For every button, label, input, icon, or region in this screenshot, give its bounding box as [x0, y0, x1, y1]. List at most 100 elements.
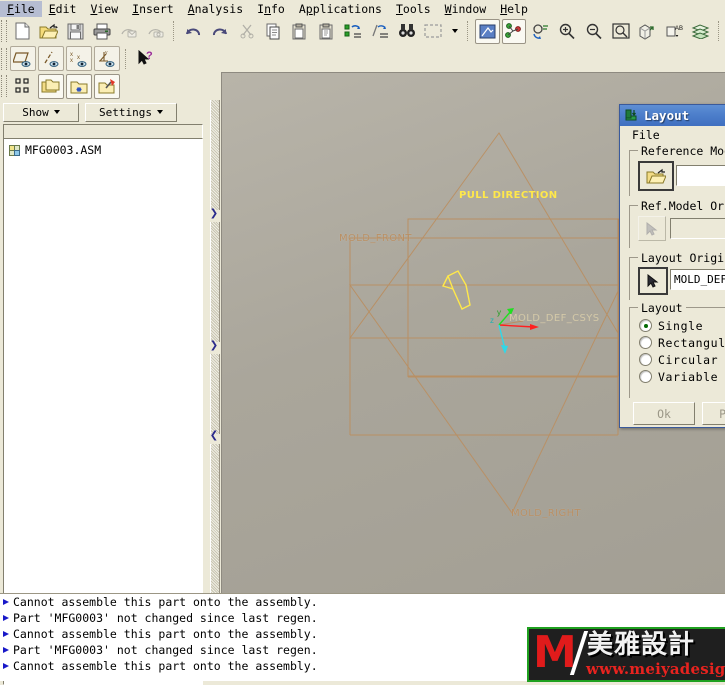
assembly-icon [9, 144, 20, 156]
save-icon[interactable] [63, 19, 88, 44]
reference-model-browse-button[interactable] [638, 161, 674, 191]
radio-variable[interactable]: Variable [639, 368, 725, 385]
layout-icon [625, 109, 639, 123]
splitter-collapse-right-icon[interactable]: ❯ [207, 208, 221, 220]
layout-dialog[interactable]: Layout File Reference Mode Ref.Model Ori… [619, 104, 725, 428]
print-icon[interactable] [90, 19, 115, 44]
radio-single[interactable]: Single [639, 317, 725, 334]
datum-csys-display-icon[interactable]: y [94, 46, 120, 71]
preview-button[interactable]: Prev [702, 402, 725, 425]
undo-icon[interactable] [181, 19, 206, 44]
datum-point-display-icon[interactable]: x x x [66, 46, 92, 71]
watermark-brand-cn: 美雅設計 [587, 630, 696, 660]
settings-dropdown-button[interactable]: Settings [85, 102, 177, 122]
splitter-collapse-left-icon[interactable]: ❮ [207, 430, 221, 442]
menu-edit[interactable]: Edit [42, 1, 84, 17]
menu-tools[interactable]: Tools [389, 1, 438, 17]
toolbar-separator [125, 48, 128, 69]
selection-filter-icon[interactable] [421, 19, 446, 44]
menu-applications[interactable]: Applications [292, 1, 389, 17]
mold-workpiece-icon[interactable] [66, 73, 92, 99]
message-bullet-icon [3, 599, 9, 605]
zoom-in-icon[interactable] [555, 19, 580, 44]
menu-info[interactable]: Info [250, 1, 292, 17]
layers-icon[interactable] [688, 19, 713, 44]
regenerate-icon[interactable] [341, 19, 366, 44]
model-tree-toolbar: Show Settings [0, 100, 210, 124]
label-mold-right: MOLD_RIGHT [511, 508, 582, 519]
dialog-menu-bar: File [620, 126, 725, 144]
layout-origin-pick-button[interactable] [638, 267, 668, 295]
panel-splitter[interactable]: ❯ ❯ ❮ [207, 100, 221, 593]
mold-split-volume-icon[interactable] [94, 73, 120, 99]
ok-button[interactable]: Ok [633, 402, 695, 425]
message-bullet-icon [3, 663, 9, 669]
layout-type-group-title: Layout [638, 301, 686, 315]
message-text: Part 'MFG0003' not changed since last re… [13, 643, 318, 657]
ref-model-origin-pick-button[interactable] [638, 216, 666, 241]
layout-type-radio-list: Single Rectangular Circular Variable [639, 317, 725, 385]
refit-icon[interactable] [608, 19, 633, 44]
menu-view[interactable]: View [83, 1, 125, 17]
mold-assemble-reference-model-icon[interactable] [38, 73, 64, 99]
splitter-sash-upper[interactable] [210, 100, 220, 210]
radio-label: Single [658, 318, 704, 333]
tree-item-mfg0003[interactable]: MFG0003.ASM [4, 139, 202, 157]
zoom-out-icon[interactable] [582, 19, 607, 44]
copy-icon[interactable] [261, 19, 286, 44]
radio-rectangular[interactable]: Rectangular [639, 334, 725, 351]
menu-insert[interactable]: Insert [125, 1, 181, 17]
find-icon[interactable] [394, 19, 419, 44]
splitter-sash-lower[interactable] [210, 354, 220, 434]
dialog-title-bar[interactable]: Layout [620, 105, 725, 126]
repaint-icon[interactable] [474, 18, 500, 44]
message-text: Cannot assemble this part onto the assem… [13, 659, 318, 673]
watermark-url: www.meiyadesign.com [586, 660, 725, 678]
redo-icon[interactable] [207, 19, 232, 44]
mold-model-tree-icon[interactable] [10, 74, 36, 99]
regenerate-manual-icon[interactable] [368, 19, 393, 44]
show-dropdown-button[interactable]: Show [3, 102, 79, 122]
context-help-icon[interactable]: ? [133, 46, 159, 71]
datum-axis-display-icon[interactable] [38, 46, 64, 71]
reference-model-field[interactable] [676, 165, 725, 186]
pull-direction-arrow [442, 270, 471, 310]
label-pull-direction: PULL DIRECTION [459, 190, 558, 201]
radio-button [639, 353, 652, 366]
layout-origin-field[interactable]: MOLD_DEF_CS [670, 269, 725, 290]
menu-window[interactable]: Window [438, 1, 494, 17]
chevron-down-icon [156, 110, 163, 114]
paste-icon[interactable] [288, 19, 313, 44]
toolbar-grip[interactable] [1, 20, 7, 42]
named-view-icon[interactable]: AB [662, 19, 687, 44]
watermark-letter-m: M [533, 627, 577, 678]
radio-circular[interactable]: Circular [639, 351, 725, 368]
toolbar-grip[interactable] [1, 75, 7, 97]
dialog-menu-file[interactable]: File [628, 128, 664, 142]
spin-center-icon[interactable] [501, 18, 527, 44]
mold-toolbar [0, 72, 210, 100]
open-file-icon[interactable] [36, 19, 61, 44]
settings-dropdown-label: Settings [99, 105, 152, 119]
toolbar-grip[interactable] [1, 47, 7, 70]
ref-model-origin-group-title: Ref.Model Orig [638, 199, 725, 213]
svg-text:y: y [497, 308, 501, 317]
message-row: Part 'MFG0003' not changed since last re… [0, 610, 725, 626]
paste-special-icon[interactable] [314, 19, 339, 44]
splitter-sash-middle[interactable] [210, 222, 220, 342]
menu-analysis[interactable]: Analysis [181, 1, 250, 17]
svg-text:x: x [77, 55, 80, 61]
ref-model-origin-field[interactable] [670, 218, 725, 239]
splitter-sash-bottom[interactable] [210, 444, 220, 593]
svg-text:y: y [105, 50, 108, 56]
menu-file[interactable]: FFileile [0, 0, 42, 17]
datum-plane-display-icon[interactable] [10, 46, 36, 71]
svg-text:?: ? [146, 50, 153, 62]
chevron-down-icon[interactable] [448, 19, 462, 44]
new-file-icon[interactable] [10, 19, 35, 44]
reorient-icon[interactable] [528, 19, 553, 44]
menu-help[interactable]: Help [493, 1, 535, 17]
svg-text:x: x [70, 58, 73, 64]
saved-views-icon[interactable] [635, 19, 660, 44]
splitter-collapse-right-icon-2[interactable]: ❯ [207, 340, 221, 352]
